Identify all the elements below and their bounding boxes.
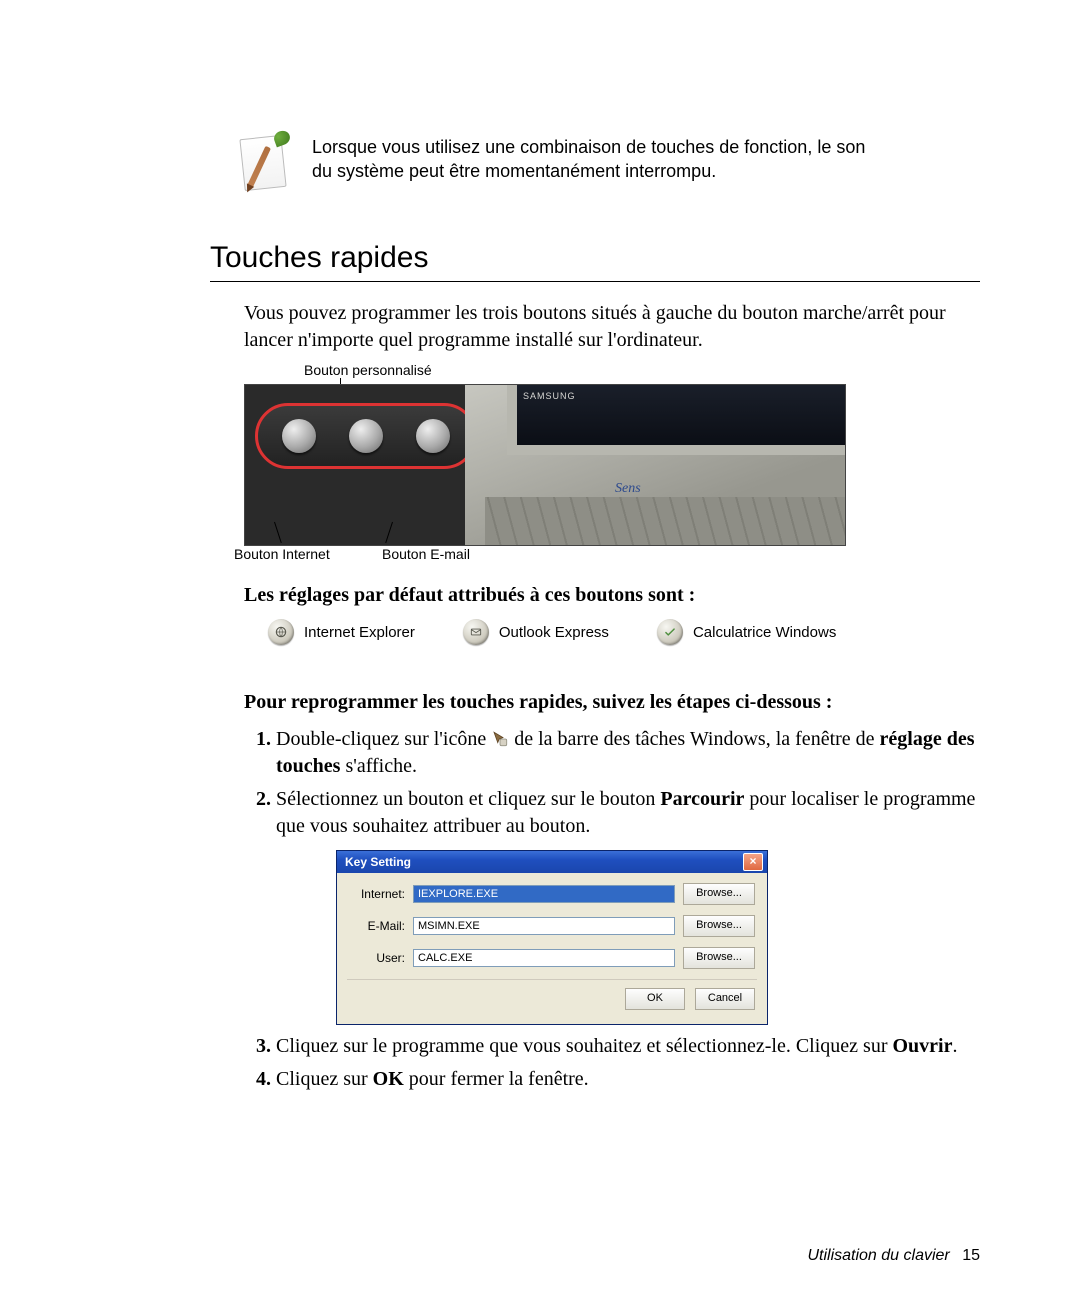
reprogram-heading: Pour reprogrammer les touches rapides, s… (244, 691, 980, 714)
footer-text: Utilisation du clavier (807, 1247, 949, 1264)
dialog-cancel-button[interactable]: Cancel (695, 988, 755, 1010)
tray-cursor-icon (491, 729, 509, 747)
note-icon (240, 135, 288, 191)
defaults-heading: Les réglages par défaut attribués à ces … (244, 584, 980, 607)
dialog-close-button[interactable]: × (743, 853, 763, 871)
hw-button-email (349, 419, 383, 453)
step-4-bold: OK (373, 1068, 404, 1090)
row-user-input[interactable] (413, 949, 675, 967)
step-3-bold: Ouvrir (892, 1035, 952, 1057)
row-email-browse[interactable]: Browse... (683, 915, 755, 937)
step-1: Double-cliquez sur l'icône de la barre d… (276, 726, 980, 780)
row-internet-browse[interactable]: Browse... (683, 883, 755, 905)
hw-button-internet (282, 419, 316, 453)
email-button-icon (463, 619, 489, 645)
close-icon: × (749, 854, 756, 868)
hw-button-custom (416, 419, 450, 453)
row-user-browse[interactable]: Browse... (683, 947, 755, 969)
row-internet-label: Internet: (349, 886, 405, 902)
note-text: Lorsque vous utilisez une combinaison de… (312, 135, 872, 184)
step-2: Sélectionnez un bouton et cliquez sur le… (276, 786, 980, 1025)
section-rule (210, 281, 980, 282)
row-internet-input[interactable] (413, 885, 675, 903)
row-email-input[interactable] (413, 917, 675, 935)
default-outlook: Outlook Express (499, 624, 609, 641)
step-2-a: Sélectionnez un bouton et cliquez sur le… (276, 788, 660, 810)
section-heading: Touches rapides (210, 241, 980, 275)
row-email-label: E-Mail: (349, 918, 405, 934)
row-user-label: User: (349, 950, 405, 966)
custom-button-icon (657, 619, 683, 645)
step-3-a: Cliquez sur le programme que vous souhai… (276, 1035, 892, 1057)
internet-button-icon (268, 619, 294, 645)
step-1-a: Double-cliquez sur l'icône (276, 728, 491, 750)
callout-email-button: Bouton E-mail (382, 546, 470, 562)
step-3-c: . (952, 1035, 957, 1057)
callout-custom-button: Bouton personnalisé (304, 362, 432, 378)
intro-paragraph: Vous pouvez programmer les trois boutons… (244, 300, 980, 354)
dialog-ok-button[interactable]: OK (625, 988, 685, 1010)
sens-label: Sens (615, 481, 641, 497)
step-3: Cliquez sur le programme que vous souhai… (276, 1033, 980, 1060)
step-4-c: pour fermer la fenêtre. (409, 1068, 589, 1090)
step-1-b: de la barre des tâches Windows, la fenêt… (514, 728, 879, 750)
buttons-highlight (255, 403, 477, 469)
step-4-a: Cliquez sur (276, 1068, 373, 1090)
buttons-figure: Bouton personnalisé SAMSUNG Sens Bouton … (244, 368, 864, 558)
step-4: Cliquez sur OK pour fermer la fenêtre. (276, 1066, 980, 1093)
default-ie: Internet Explorer (304, 624, 415, 641)
brand-label: SAMSUNG (523, 391, 576, 401)
default-calc: Calculatrice Windows (693, 624, 836, 641)
callout-internet-button: Bouton Internet (234, 546, 330, 562)
key-setting-dialog: Key Setting × Internet: Browse... E-Mail… (336, 850, 768, 1025)
step-2-bold: Parcourir (660, 788, 744, 810)
footer-page-number: 15 (962, 1247, 980, 1264)
dialog-title: Key Setting (345, 854, 411, 870)
step-1-d: s'affiche. (345, 755, 417, 777)
